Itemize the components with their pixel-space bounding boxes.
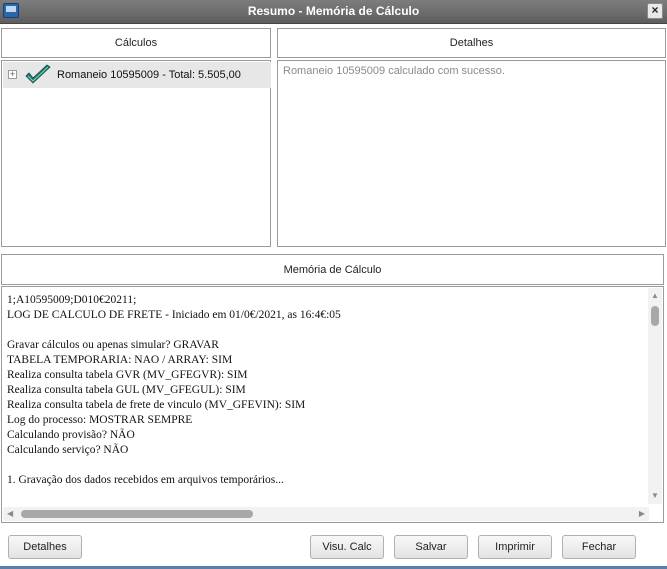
horizontal-scrollbar[interactable]: ◀ ▶ — [3, 507, 649, 521]
salvar-button[interactable]: Salvar — [394, 535, 468, 559]
expand-icon[interactable]: + — [8, 70, 17, 79]
scroll-left-icon[interactable]: ◀ — [7, 509, 13, 518]
tree-item-romaneio[interactable]: + Romaneio 10595009 - Total: 5.505,00 — [3, 62, 271, 88]
details-text: Romaneio 10595009 calculado com sucesso. — [283, 65, 505, 77]
fechar-button[interactable]: Fechar — [562, 535, 636, 559]
horizontal-scroll-thumb[interactable] — [21, 510, 253, 518]
imprimir-button[interactable]: Imprimir — [478, 535, 552, 559]
visu-calc-button[interactable]: Visu. Calc — [310, 535, 384, 559]
scroll-down-icon[interactable]: ▼ — [651, 491, 659, 500]
tree-item-label: Romaneio 10595009 - Total: 5.505,00 — [57, 69, 241, 81]
calculos-tree[interactable]: + Romaneio 10595009 - Total: 5.505,00 — [1, 60, 271, 247]
scroll-right-icon[interactable]: ▶ — [639, 509, 645, 518]
detalhes-header: Detalhes — [277, 28, 666, 58]
scroll-up-icon[interactable]: ▲ — [651, 291, 659, 300]
detalhes-button[interactable]: Detalhes — [8, 535, 82, 559]
detalhes-box: Romaneio 10595009 calculado com sucesso. — [277, 60, 666, 247]
memoria-header: Memória de Cálculo — [1, 254, 664, 285]
vertical-scrollbar[interactable]: ▲ ▼ — [648, 288, 662, 504]
memoria-box[interactable]: 1;A10595009;D010€20211; LOG DE CALCULO D… — [1, 286, 664, 523]
check-icon — [25, 64, 51, 84]
close-button[interactable]: × — [647, 3, 663, 19]
title-bar: Resumo - Memória de Cálculo × — [0, 0, 667, 24]
memoria-text[interactable]: 1;A10595009;D010€20211; LOG DE CALCULO D… — [7, 293, 645, 493]
calculos-header: Cálculos — [1, 28, 271, 58]
vertical-scroll-thumb[interactable] — [651, 306, 659, 326]
window-title: Resumo - Memória de Cálculo — [247, 4, 420, 18]
